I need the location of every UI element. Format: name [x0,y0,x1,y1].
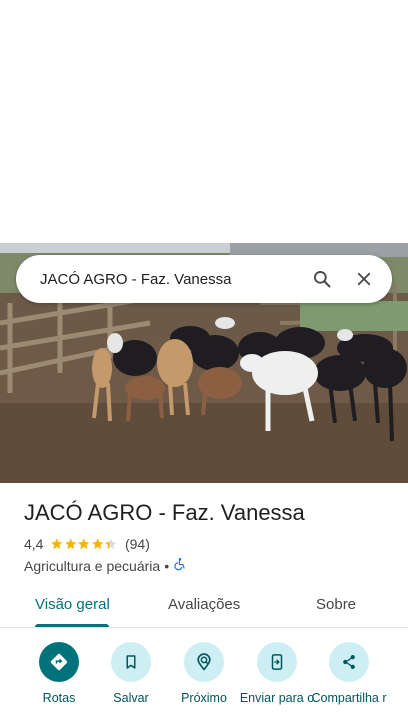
place-tabs: Visão geral Avaliações Sobre [0,585,408,628]
directions-button[interactable]: Rotas [19,640,99,705]
share-label: Compartilha r [311,691,387,705]
action-buttons: Rotas Salvar Próximo Enviar para o Compa… [0,640,408,726]
place-title: JACÓ AGRO - Faz. Vanessa [24,500,305,525]
star-icon [51,538,63,550]
send-to-phone-button[interactable]: Enviar para o [237,640,317,705]
search-query[interactable]: JACÓ AGRO - Faz. Vanessa [40,271,298,288]
map-blank-area [0,0,408,243]
share-icon [329,642,369,682]
save-label: Salvar [113,691,149,705]
star-icon [92,538,104,550]
rating-row[interactable]: 4,4 (94) [24,536,150,552]
bookmark-icon [111,642,151,682]
separator-dot: • [164,557,170,574]
star-icon [78,538,90,550]
send-to-phone-label: Enviar para o [239,691,315,705]
rating-stars [50,537,118,551]
review-count: (94) [124,536,150,552]
active-tab-indicator [35,624,109,627]
close-icon[interactable] [346,261,382,297]
tab-reviews[interactable]: Avaliações [168,596,240,613]
directions-icon [39,642,79,682]
directions-label: Rotas [42,691,76,705]
tab-about[interactable]: Sobre [316,596,356,613]
rating-value: 4,4 [24,536,44,552]
star-icon [65,538,77,550]
save-button[interactable]: Salvar [91,640,171,705]
nearby-button[interactable]: Próximo [164,640,244,705]
star-icon [105,538,117,550]
wheelchair-accessible-icon [173,557,187,574]
search-bar[interactable]: JACÓ AGRO - Faz. Vanessa [16,255,392,303]
send-to-phone-icon [257,642,297,682]
nearby-label: Próximo [181,691,227,705]
share-button[interactable]: Compartilha r [309,640,389,705]
category-row: Agricultura e pecuária • [24,557,187,574]
tab-overview[interactable]: Visão geral [35,596,110,613]
place-category: Agricultura e pecuária [24,557,161,574]
nearby-icon [184,642,224,682]
search-icon[interactable] [304,261,340,297]
